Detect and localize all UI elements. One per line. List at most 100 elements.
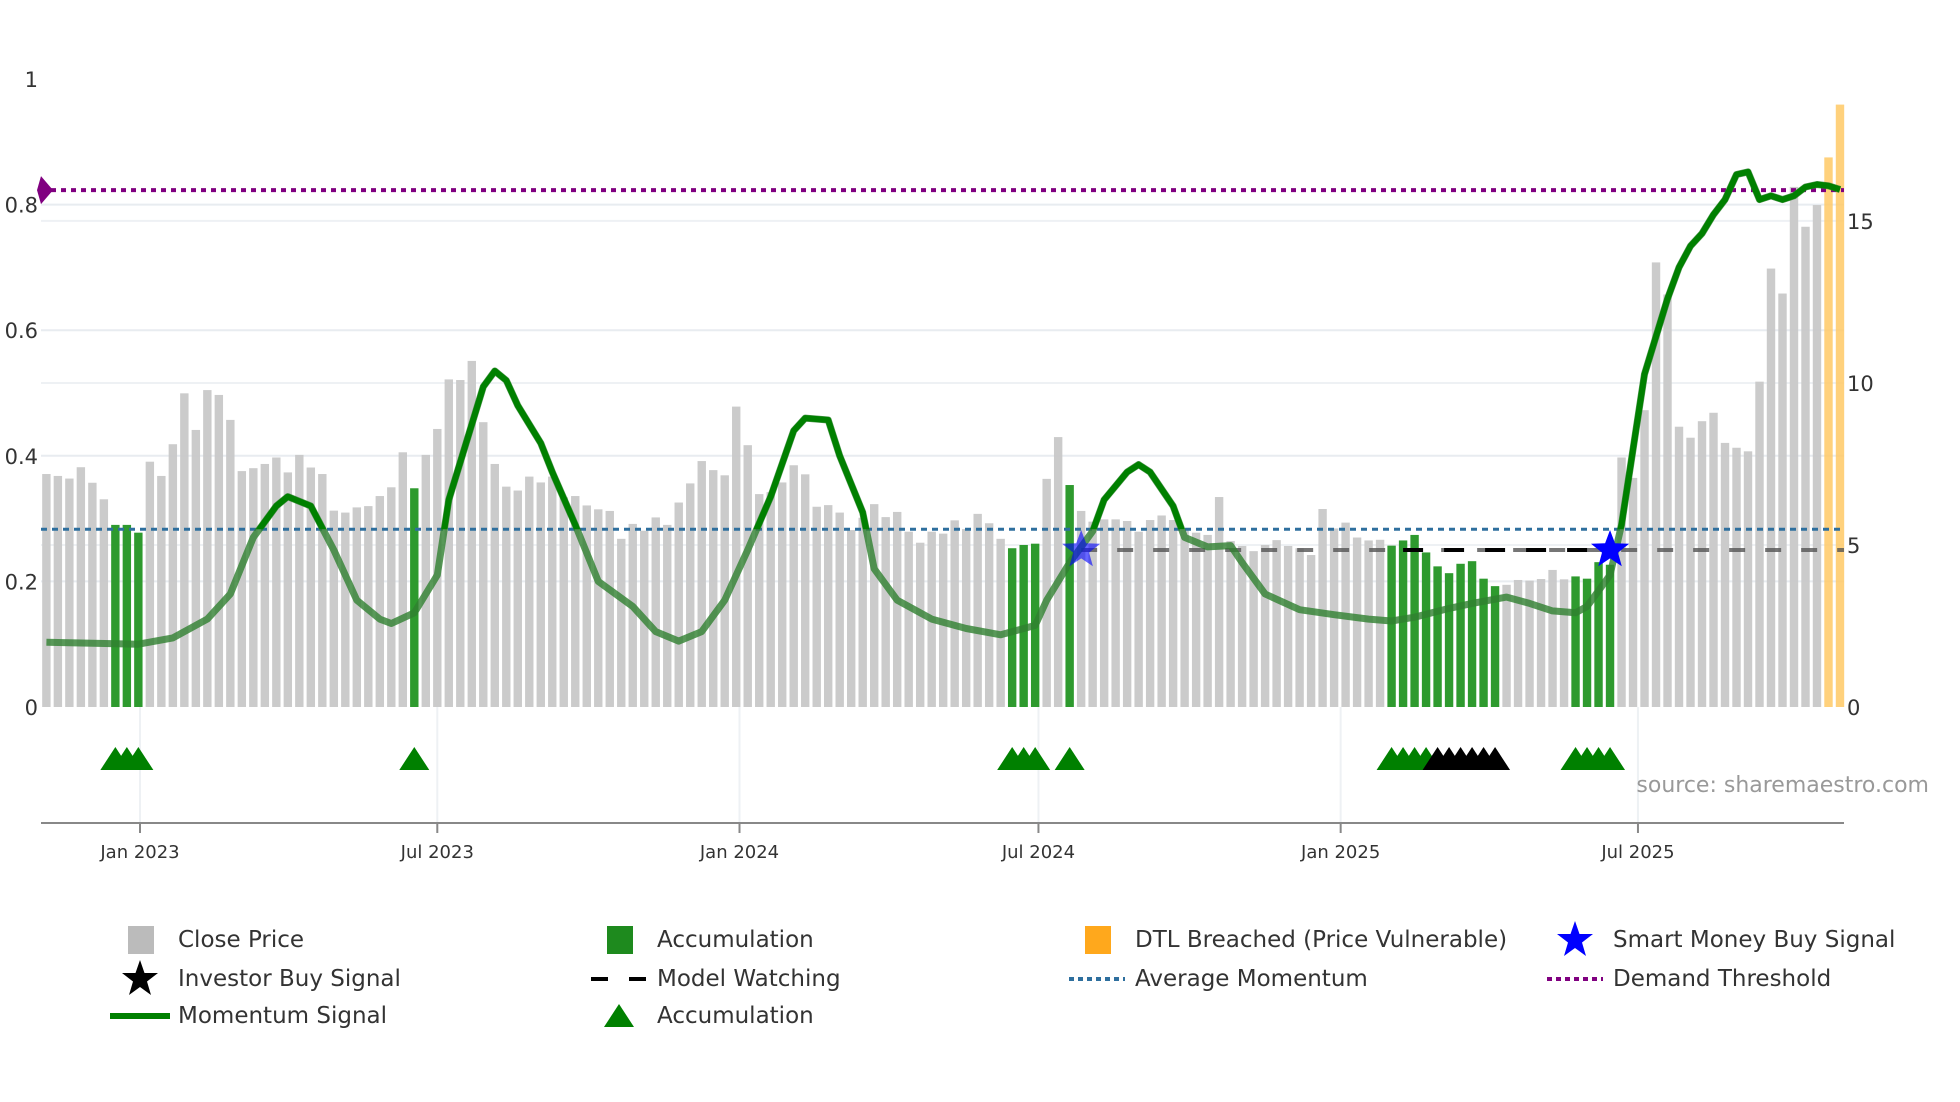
close-price-bar [1191,532,1201,707]
close-price-bar [904,531,913,707]
close-price-bar [1812,205,1822,708]
close-price-bar [214,394,224,707]
axes: Jan 2023 Jul 2023 Jan 2024 Jul 2024 Jan 2025… [5,68,1874,863]
legend-label: DTL Breached (Price Vulnerable) [1135,927,1508,953]
x-tick-label: Jan 2023 [99,842,179,863]
close-price-bar [1306,555,1316,707]
close-price-bar [835,512,844,707]
x-tick-label: Jan 2025 [1300,842,1380,863]
close-price-bar [651,517,660,707]
accumulation-bar [1065,485,1074,707]
legend-item-smart-money[interactable]: Smart Money Buy Signal [1545,921,1895,958]
close-price-bar [766,492,775,707]
legend-item-model-watching[interactable]: Model Watching [589,961,841,997]
close-price-bar [950,520,959,707]
legend-label: Investor Buy Signal [178,966,401,992]
accumulation-bar [1421,552,1431,707]
accumulation-bar [410,488,419,707]
black-star-icon [110,960,170,997]
legend-item-average-momentum[interactable]: Average Momentum [1067,961,1368,997]
close-price-bar [594,509,603,707]
legend-item-dtl-breached[interactable]: DTL Breached (Price Vulnerable) [1067,922,1507,958]
close-price-bar [1536,579,1546,707]
close-price-bar [892,511,902,707]
close-price-bar [663,524,672,707]
left-y-tick-label: 0.6 [5,319,38,343]
close-price-bar [525,476,534,707]
legend-item-accumulation-marker[interactable]: Accumulation [589,998,814,1034]
close-price-bar [1789,186,1799,708]
close-price-bar [812,506,821,707]
legend-item-close-price[interactable]: Close Price [110,922,304,958]
close-price-bar [490,463,499,707]
close-price-bar [858,517,867,707]
close-price-bar [387,487,396,707]
close-price-bar [1168,520,1178,707]
close-price-bar [502,486,511,707]
close-price-bar [375,496,385,707]
close-price-bar [1502,584,1511,707]
close-price-bar [191,429,201,707]
blue-star-icon [1545,921,1605,958]
close-price-bar [1732,447,1741,707]
legend-item-investor-buy[interactable]: Investor Buy Signal [110,960,401,997]
close-price-bar [984,523,994,707]
close-price-bar [869,504,879,707]
close-price-bar [1628,477,1638,707]
close-price-bar [743,445,752,707]
purple-dotted-line-icon [1545,961,1605,997]
right-y-tick-label: 5 [1847,534,1860,558]
close-price-bar [1559,579,1569,707]
demand-threshold-diamond [37,176,53,205]
accumulation-bar [1490,586,1500,707]
dtl-breached-bar [1835,104,1845,707]
close-price-bar [1180,530,1189,707]
legend-label: Average Momentum [1135,966,1368,992]
close-price-bar [42,474,51,707]
accumulation-bar [1571,576,1580,707]
close-price-bar [1686,437,1695,707]
close-price-bar [548,476,557,707]
left-y-tick-label: 0.8 [5,194,38,218]
left-y-tick-label: 1 [25,68,38,92]
close-price-bar [582,505,591,707]
close-price-bar [260,463,270,707]
close-price-bar [628,523,637,707]
close-price-bar [697,461,706,707]
close-price-bar [996,538,1005,707]
close-price-bar [1674,426,1684,707]
legend-item-accumulation-bar[interactable]: Accumulation [589,922,814,958]
close-price-bar [1111,519,1120,707]
accumulation-bar [1433,566,1442,707]
close-price-bars [42,104,1845,708]
close-price-bar [847,530,856,707]
x-tick-label: Jul 2023 [400,842,474,863]
close-price-bar [732,406,741,707]
accumulation-triangle-icon [399,747,430,770]
legend-label: Accumulation [657,1003,814,1029]
close-price-bar [1720,442,1730,707]
close-price-bar [1640,410,1649,707]
close-price-bar [1260,544,1270,707]
legend-item-momentum-signal[interactable]: Momentum Signal [110,998,387,1034]
accumulation-bar [1444,573,1454,707]
accumulation-bar [122,524,132,707]
close-price-bar [1778,293,1787,707]
close-price-bar [249,468,258,707]
accumulation-bar [134,532,143,707]
close-price-bar [1145,520,1155,707]
dtl-breached-bar [1824,157,1833,707]
close-price-bar [1548,569,1557,707]
close-price-bar [479,422,488,707]
close-price-bar [1157,515,1166,707]
close-price-bar [145,461,155,707]
close-price-bar [674,502,683,707]
close-price-bar [1283,545,1293,707]
close-price-bar [1352,537,1362,707]
green-square-icon [589,922,649,958]
close-price-bar [778,482,787,707]
legend-item-demand-threshold[interactable]: Demand Threshold [1545,961,1831,997]
source-label: source: sharemaestro.com [1636,773,1929,798]
right-y-tick-label: 15 [1847,210,1874,234]
accumulation-triangle-icon [1054,747,1085,770]
